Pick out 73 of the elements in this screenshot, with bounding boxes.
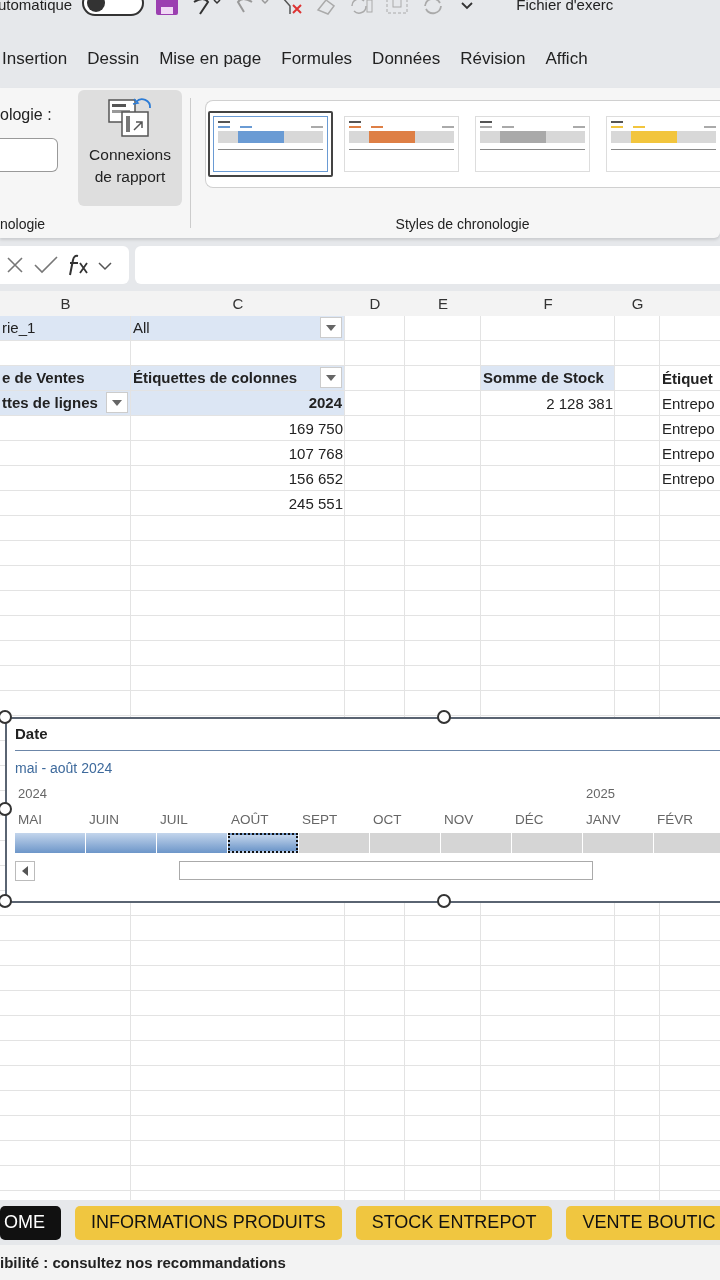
column-header[interactable]: B <box>0 290 131 316</box>
table-cell: Étiquet <box>662 369 713 387</box>
month-label: NOV <box>443 811 475 827</box>
report-connections-button[interactable]: Connexions de rapport <box>78 89 182 206</box>
scroll-thumb[interactable] <box>179 861 593 881</box>
sheet-tab[interactable]: OME <box>0 1205 61 1240</box>
month-label: JUIL <box>159 811 189 827</box>
month-label: SEPT <box>301 811 339 827</box>
column-header[interactable]: D <box>345 290 405 316</box>
table-cell: rie_1 <box>2 319 36 337</box>
check-icon[interactable] <box>32 253 60 276</box>
filter-dropdown-button[interactable] <box>106 392 128 414</box>
month-label: MAI <box>17 811 43 827</box>
table-cell: 107 768 <box>288 444 343 462</box>
ribbon-tab[interactable]: Formules <box>279 44 367 73</box>
filter-dropdown-button[interactable] <box>320 367 342 389</box>
caret-down-icon <box>326 374 336 381</box>
resize-handle[interactable] <box>0 801 12 816</box>
table-cell: 156 652 <box>288 469 343 487</box>
month-label: JANV <box>585 811 622 827</box>
timeline-range-label: mai - août 2024 <box>15 759 114 776</box>
ribbon-tab[interactable]: Données <box>370 44 455 73</box>
caption-field[interactable] <box>0 137 58 172</box>
table-cell: Entrepo <box>662 469 715 487</box>
ribbon-tab[interactable]: Mise en page <box>157 44 276 73</box>
sheet-tab[interactable]: INFORMATIONS PRODUITS <box>75 1205 342 1240</box>
column-header[interactable]: F <box>481 290 615 316</box>
ribbon-tab[interactable]: Dessin <box>85 44 154 73</box>
sheet-tab[interactable]: STOCK ENTREPOT <box>355 1205 553 1240</box>
ribbon-tab[interactable]: Révision <box>458 44 540 73</box>
caret-down-icon <box>326 324 336 331</box>
column-header[interactable]: G <box>615 290 660 316</box>
table-cell: Entrepo <box>662 394 715 412</box>
timeline-month-bar[interactable] <box>228 832 298 853</box>
month-label: FÉVR <box>656 811 694 827</box>
month-label: DÉC <box>514 811 545 827</box>
column-header[interactable]: E <box>405 290 481 316</box>
sheet-tab[interactable]: VENTE BOUTIC <box>566 1205 720 1240</box>
table-cell: Étiquettes de colonnes <box>133 369 298 387</box>
file-title: Fichier d'exerc <box>516 0 614 13</box>
resize-handle[interactable] <box>0 893 12 908</box>
caption-label: ologie : <box>0 105 53 124</box>
table-cell: e de Ventes <box>2 369 85 387</box>
triangle-left-icon <box>21 865 29 876</box>
table-cell: Entrepo <box>662 419 715 437</box>
group-label: nologie <box>0 215 47 232</box>
table-cell: Entrepo <box>662 444 715 462</box>
table-cell: Somme de Stock <box>483 369 604 387</box>
filter-dropdown-button[interactable] <box>320 317 342 339</box>
year-label: 2025 <box>585 785 616 803</box>
ribbon-tab[interactable]: Affich <box>543 44 602 73</box>
year-label: 2024 <box>17 785 48 803</box>
month-label: AOÛT <box>230 811 270 827</box>
function-icon[interactable] <box>66 252 90 277</box>
column-header[interactable]: C <box>131 290 345 316</box>
ribbon-tab[interactable]: Insertion <box>0 44 82 73</box>
timeline-style-swatch[interactable] <box>208 110 333 177</box>
table-cell: 245 551 <box>288 494 343 512</box>
table-cell: 169 750 <box>288 419 343 437</box>
table-cell: 2 128 381 <box>546 394 613 412</box>
resize-handle[interactable] <box>437 893 451 908</box>
table-cell: 2024 <box>308 394 342 412</box>
save-icon[interactable] <box>154 0 181 16</box>
table-cell: ttes de lignes <box>2 394 98 412</box>
formula-field[interactable] <box>135 245 720 284</box>
month-label: JUIN <box>88 811 120 827</box>
table-cell: All <box>133 319 150 337</box>
status-message: ibilité : consultez nos recommandations <box>0 1254 286 1271</box>
scroll-left-button[interactable] <box>15 860 35 881</box>
group-label: Styles de chronologie <box>395 215 530 232</box>
caret-down-icon <box>112 399 122 406</box>
month-label: OCT <box>372 811 403 827</box>
timeline-title: Date <box>15 724 49 742</box>
